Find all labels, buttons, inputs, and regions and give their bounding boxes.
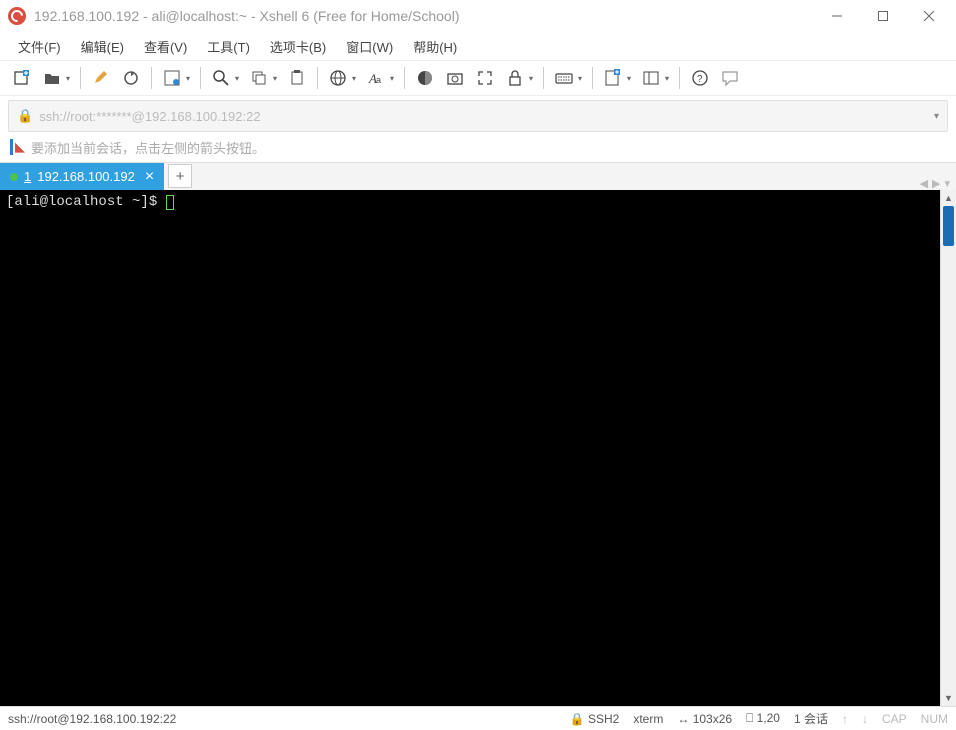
dropdown-icon[interactable]: ▾ (352, 74, 360, 83)
dropdown-icon[interactable]: ▾ (390, 74, 398, 83)
tab-next-icon[interactable]: ▶ (932, 177, 940, 190)
copy-icon[interactable] (245, 64, 273, 92)
separator (543, 67, 544, 89)
menu-view[interactable]: 查看(V) (138, 35, 193, 58)
tab-strip: 1 192.168.100.192 × + ◀ ▶ ▾ (0, 162, 956, 190)
bookmark-flag-icon[interactable]: ◣ (10, 139, 25, 155)
cursor (166, 195, 174, 210)
globe-icon[interactable] (324, 64, 352, 92)
color-scheme-icon[interactable] (411, 64, 439, 92)
separator (200, 67, 201, 89)
separator (317, 67, 318, 89)
open-icon[interactable] (38, 64, 66, 92)
connected-indicator-icon (10, 173, 18, 181)
app-icon (8, 7, 26, 25)
session-tab[interactable]: 1 192.168.100.192 × (0, 163, 164, 190)
scroll-down-icon[interactable]: ▼ (941, 690, 956, 706)
status-protocol: SSH2 (588, 712, 619, 726)
address-text: ssh://root:*******@192.168.100.192:22 (39, 109, 260, 124)
window-title: 192.168.100.192 - ali@localhost:~ - Xshe… (34, 8, 814, 24)
add-tab-button[interactable]: + (168, 164, 192, 188)
tab-label: 192.168.100.192 (37, 169, 135, 184)
new-session-icon[interactable] (8, 64, 36, 92)
dropdown-icon[interactable]: ▾ (665, 74, 673, 83)
ssh-lock-icon: 🔒 (570, 712, 585, 726)
maximize-button[interactable] (860, 1, 906, 31)
lock-icon[interactable] (501, 64, 529, 92)
menu-tools[interactable]: 工具(T) (201, 35, 256, 58)
separator (404, 67, 405, 89)
close-tab-icon[interactable]: × (145, 168, 154, 186)
properties-icon[interactable] (158, 64, 186, 92)
dropdown-icon[interactable]: ▾ (235, 74, 243, 83)
separator (80, 67, 81, 89)
status-connection: ssh://root@192.168.100.192:22 (8, 712, 176, 726)
close-button[interactable] (906, 1, 952, 31)
menu-file[interactable]: 文件(F) (12, 35, 67, 58)
terminal-area: [ali@localhost ~]$ ▲ ▼ (0, 190, 956, 706)
hint-text: 要添加当前会话，点击左侧的箭头按钮。 (31, 138, 265, 157)
status-rows: 1,20 (757, 711, 780, 725)
dropdown-icon[interactable]: ▾ (627, 74, 635, 83)
status-num: NUM (921, 712, 948, 726)
keyboard-icon[interactable] (550, 64, 578, 92)
reconnect-icon[interactable] (117, 64, 145, 92)
separator (592, 67, 593, 89)
dropdown-icon[interactable]: ▾ (66, 74, 74, 83)
paste-icon[interactable] (283, 64, 311, 92)
menu-bar: 文件(F) 编辑(E) 查看(V) 工具(T) 选项卡(B) 窗口(W) 帮助(… (0, 32, 956, 60)
tab-menu-icon[interactable]: ▾ (944, 177, 950, 190)
svg-text:a: a (376, 75, 381, 85)
status-caps: CAP (882, 712, 907, 726)
toolbar: ▾ ▾ ▾ ▾ ▾ Aa ▾ ▾ ▾ ▾ ▾ ? (0, 60, 956, 96)
title-bar: 192.168.100.192 - ali@localhost:~ - Xshe… (0, 0, 956, 32)
status-sessions: 1 会话 (794, 710, 828, 727)
vertical-scrollbar[interactable]: ▲ ▼ (940, 190, 956, 706)
dropdown-icon[interactable]: ▾ (578, 74, 586, 83)
window-controls (814, 1, 952, 31)
status-bar: ssh://root@192.168.100.192:22 🔒 SSH2 xte… (0, 706, 956, 730)
comment-icon[interactable] (716, 64, 744, 92)
dropdown-icon[interactable]: ▾ (529, 74, 537, 83)
font-icon[interactable]: Aa (362, 64, 390, 92)
svg-text:?: ? (697, 74, 703, 85)
arrow-up-icon: ↑ (842, 712, 848, 726)
dropdown-icon[interactable]: ▾ (186, 74, 194, 83)
separator (679, 67, 680, 89)
screenshot-icon[interactable] (441, 64, 469, 92)
tab-number: 1 (24, 169, 31, 184)
prompt: [ali@localhost ~]$ (6, 194, 166, 210)
minimize-button[interactable] (814, 1, 860, 31)
new-file-transfer-icon[interactable] (599, 64, 627, 92)
address-bar[interactable]: 🔒 ssh://root:*******@192.168.100.192:22 … (8, 100, 948, 132)
arrow-down-icon: ↓ (862, 712, 868, 726)
menu-edit[interactable]: 编辑(E) (75, 35, 130, 58)
lock-icon: 🔒 (17, 108, 33, 124)
search-icon[interactable] (207, 64, 235, 92)
edit-icon[interactable] (87, 64, 115, 92)
tab-prev-icon[interactable]: ◀ (920, 177, 928, 190)
tab-nav: ◀ ▶ ▾ (920, 177, 956, 190)
menu-tabs[interactable]: 选项卡(B) (264, 35, 332, 58)
menu-window[interactable]: 窗口(W) (340, 35, 399, 58)
scroll-thumb[interactable] (943, 206, 954, 246)
dropdown-arrow-icon[interactable]: ▾ (934, 111, 939, 122)
status-size: 103x26 (693, 712, 732, 726)
help-icon[interactable]: ? (686, 64, 714, 92)
terminal[interactable]: [ali@localhost ~]$ (0, 190, 940, 706)
dropdown-icon[interactable]: ▾ (273, 74, 281, 83)
scroll-up-icon[interactable]: ▲ (941, 190, 956, 206)
sidebar-icon[interactable] (637, 64, 665, 92)
hint-bar: ◣ 要添加当前会话，点击左侧的箭头按钮。 (0, 132, 956, 162)
separator (151, 67, 152, 89)
status-term-type: xterm (633, 712, 663, 726)
menu-help[interactable]: 帮助(H) (407, 35, 463, 58)
fullscreen-icon[interactable] (471, 64, 499, 92)
